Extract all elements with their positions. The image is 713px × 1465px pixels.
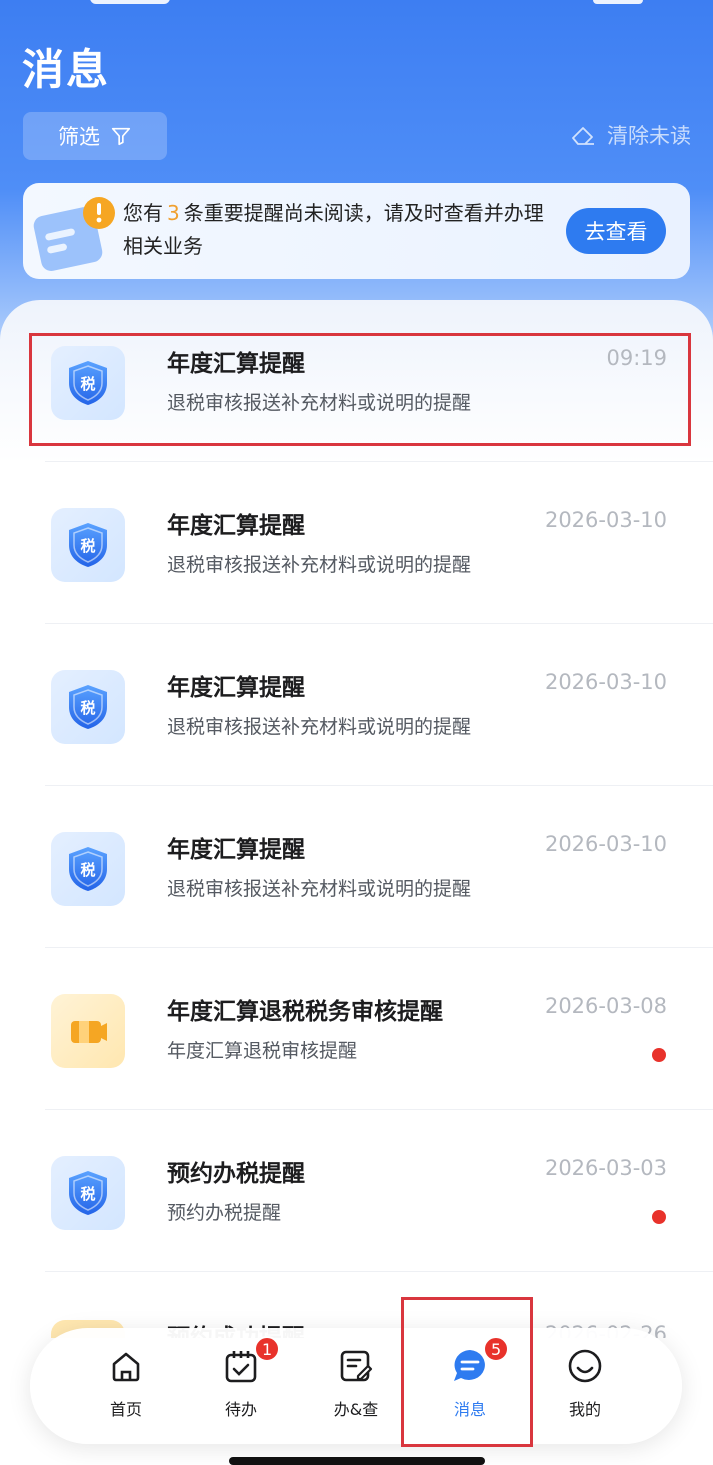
megaphone-icon bbox=[51, 994, 125, 1068]
tab-label: 办&查 bbox=[333, 1400, 379, 1419]
list-item[interactable]: 年度汇算退税税务审核提醒年度汇算退税审核提醒 2026-03-08 bbox=[45, 948, 713, 1110]
reminder-text-before: 您有 bbox=[123, 201, 163, 225]
svg-text:税: 税 bbox=[80, 537, 95, 555]
tax-shield-icon: 税 bbox=[51, 1156, 125, 1230]
message-title: 年度汇算退税税务审核提醒 bbox=[167, 999, 443, 1025]
message-time: 2026-03-03 bbox=[544, 1156, 667, 1180]
message-time: 2026-03-10 bbox=[544, 508, 667, 532]
message-subtitle: 退税审核报送补充材料或说明的提醒 bbox=[167, 554, 472, 576]
page-title: 消息 bbox=[22, 45, 111, 94]
home-indicator bbox=[229, 1457, 485, 1465]
list-item[interactable]: 税 年度汇算提醒退税审核报送补充材料或说明的提醒 2026-03-10 bbox=[45, 786, 713, 948]
reminder-text: 您有 3 条重要提醒尚未阅读，请及时查看并办理相关业务 bbox=[123, 197, 563, 263]
unread-dot bbox=[652, 1210, 666, 1224]
message-title: 年度汇算提醒 bbox=[167, 351, 305, 377]
view-reminder-button[interactable]: 去查看 bbox=[566, 208, 666, 254]
tax-shield-icon: 税 bbox=[51, 508, 125, 582]
tab-todo[interactable]: 1 待办 bbox=[196, 1336, 286, 1436]
smile-icon bbox=[565, 1346, 605, 1386]
list-item[interactable]: 税 年度汇算提醒退税审核报送补充材料或说明的提醒 09:19 bbox=[45, 300, 713, 462]
message-time: 2026-03-08 bbox=[544, 994, 667, 1018]
clear-unread-button[interactable]: 清除未读 bbox=[569, 118, 691, 152]
tab-badge: 5 bbox=[483, 1336, 510, 1362]
tab-messages[interactable]: 5 消息 bbox=[425, 1336, 515, 1436]
status-bar-time bbox=[90, 0, 170, 4]
tax-shield-icon: 税 bbox=[51, 832, 125, 906]
message-subtitle: 退税审核报送补充材料或说明的提醒 bbox=[167, 392, 472, 414]
tax-shield-icon: 税 bbox=[51, 346, 125, 420]
reminder-count: 3 bbox=[167, 201, 180, 225]
tab-home[interactable]: 首页 bbox=[81, 1346, 171, 1436]
message-subtitle: 退税审核报送补充材料或说明的提醒 bbox=[167, 878, 472, 900]
svg-text:税: 税 bbox=[80, 861, 95, 879]
document-edit-icon bbox=[336, 1346, 376, 1386]
funnel-icon bbox=[111, 127, 131, 146]
message-subtitle: 年度汇算退税审核提醒 bbox=[167, 1040, 358, 1062]
list-item[interactable]: 税 年度汇算提醒退税审核报送补充材料或说明的提醒 2026-03-10 bbox=[45, 624, 713, 786]
reminder-text-after: 条重要提醒尚未阅读，请及时查看并办理相关业务 bbox=[123, 201, 544, 258]
home-icon bbox=[106, 1346, 146, 1386]
tab-label: 首页 bbox=[109, 1400, 142, 1419]
status-bar bbox=[0, 0, 713, 14]
svg-text:税: 税 bbox=[80, 1185, 95, 1203]
status-bar-battery-icon bbox=[593, 0, 643, 4]
tab-label: 消息 bbox=[453, 1400, 486, 1419]
message-subtitle: 预约办税提醒 bbox=[167, 1202, 282, 1224]
message-time: 09:19 bbox=[606, 346, 667, 370]
svg-text:税: 税 bbox=[80, 699, 95, 717]
message-title: 年度汇算提醒 bbox=[167, 513, 305, 539]
list-item[interactable]: 税 年度汇算提醒退税审核报送补充材料或说明的提醒 2026-03-10 bbox=[45, 462, 713, 624]
tab-handle-query[interactable]: 办&查 bbox=[311, 1346, 401, 1436]
message-title: 年度汇算提醒 bbox=[167, 675, 305, 701]
message-subtitle: 退税审核报送补充材料或说明的提醒 bbox=[167, 716, 472, 738]
eraser-icon bbox=[572, 127, 594, 145]
filter-button[interactable]: 筛选 bbox=[23, 112, 167, 160]
tab-badge: 1 bbox=[254, 1336, 281, 1362]
tax-shield-icon: 税 bbox=[51, 670, 125, 744]
message-time: 2026-03-10 bbox=[544, 832, 667, 856]
tab-label: 我的 bbox=[568, 1400, 601, 1419]
message-title: 年度汇算提醒 bbox=[167, 837, 305, 863]
tab-mine[interactable]: 我的 bbox=[540, 1346, 630, 1436]
message-title: 预约办税提醒 bbox=[167, 1161, 305, 1187]
filter-label: 筛选 bbox=[58, 125, 100, 149]
unread-dot bbox=[652, 1048, 666, 1062]
reminder-illustration-icon bbox=[33, 197, 115, 271]
message-time: 2026-03-10 bbox=[544, 670, 667, 694]
tab-label: 待办 bbox=[224, 1400, 257, 1419]
clear-unread-label: 清除未读 bbox=[607, 124, 691, 148]
important-reminder-banner: 您有 3 条重要提醒尚未阅读，请及时查看并办理相关业务 去查看 bbox=[23, 183, 690, 279]
list-item[interactable]: 税预约办税提醒 预约办税提醒 2026-03-03 bbox=[45, 1110, 713, 1272]
svg-text:税: 税 bbox=[80, 375, 95, 393]
